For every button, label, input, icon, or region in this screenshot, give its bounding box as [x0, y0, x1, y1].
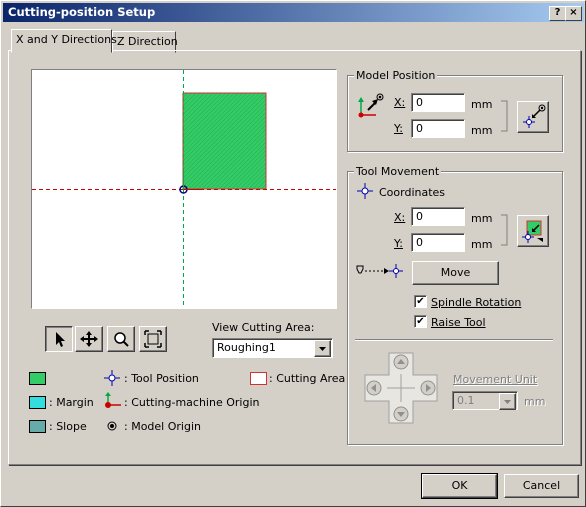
magnifier-icon [114, 332, 129, 347]
tool-x-input[interactable]: 0 [411, 207, 465, 226]
model-y-input[interactable]: 0 [411, 119, 465, 138]
spindle-rotation-checkbox[interactable]: ✔ [414, 295, 427, 308]
bracket-connector [501, 100, 508, 132]
cancel-button[interactable]: Cancel [504, 474, 579, 498]
move-button[interactable]: Move [412, 261, 499, 285]
select-tool-button[interactable] [45, 326, 73, 352]
dialog-window: Cutting-position Setup ? × X and Y Direc… [0, 0, 586, 507]
cutting-area-outline-swatch [250, 372, 267, 385]
pan-tool-button[interactable] [75, 326, 103, 352]
view-cutting-area-select[interactable]: Roughing1 [212, 338, 333, 358]
legend-margin: : Margin [49, 396, 94, 409]
view-cutting-area-label: View Cutting Area: [212, 321, 315, 334]
raise-tool-checkbox[interactable]: ✔ [414, 315, 427, 328]
view-cutting-area-value: Roughing1 [217, 341, 276, 354]
dropdown-button[interactable] [499, 393, 516, 410]
spindle-rotation-label: Spindle Rotation [431, 296, 522, 309]
cancel-button-label: Cancel [522, 479, 561, 492]
tool-x-unit: mm [471, 212, 493, 225]
direction-pad [364, 352, 438, 424]
window-title: Cutting-position Setup [8, 5, 156, 19]
raise-tool-label: Raise Tool [431, 316, 486, 329]
set-tool-icon [522, 220, 543, 243]
bracket-connector [501, 214, 508, 246]
legend-model-origin: : Model Origin [124, 420, 201, 433]
set-tool-position-button[interactable] [517, 215, 549, 247]
move-arrows-icon [80, 331, 98, 347]
set-origin-icon [523, 104, 546, 128]
model-x-input[interactable]: 0 [411, 93, 465, 112]
cutting-area-swatch [29, 372, 46, 385]
tab-label: Z Direction [117, 35, 178, 48]
tab-label: X and Y Directions [16, 33, 117, 46]
legend-slope: : Slope [49, 420, 87, 433]
model-position-title: Model Position [354, 69, 438, 82]
movement-unit-select[interactable]: 0.1 [452, 391, 518, 410]
ok-button-label: OK [451, 479, 468, 492]
tab-x-and-y-directions[interactable]: X and Y Directions [11, 29, 117, 53]
divider [355, 339, 553, 340]
model-x-unit: mm [471, 98, 493, 111]
coordinates-label: Coordinates [379, 186, 446, 199]
model-x-label: X: [394, 96, 406, 109]
arrow-cursor-icon [56, 332, 65, 347]
dropdown-button[interactable] [314, 340, 331, 357]
movement-unit-unit: mm [524, 395, 546, 408]
coordinates-icon [357, 183, 373, 199]
tool-y-unit: mm [471, 238, 493, 251]
tool-y-input[interactable]: 0 [411, 233, 465, 252]
legend-tool-position: : Tool Position [124, 372, 199, 385]
movement-unit-label: Movement Unit [453, 373, 538, 386]
zoom-tool-button[interactable] [107, 326, 135, 352]
tool-y-label: Y: [394, 237, 403, 250]
tool-movement-title: Tool Movement [354, 165, 442, 178]
tool-move-icon [356, 264, 403, 278]
chevron-down-icon [504, 400, 511, 404]
tool-position-icon [104, 370, 120, 386]
legend-cutting-area: : Cutting Area [269, 372, 346, 385]
model-origin-icon [107, 421, 117, 431]
model-y-label: Y: [394, 122, 403, 135]
cutting-area-view[interactable] [31, 69, 337, 309]
model-position-icon [358, 93, 384, 118]
slope-swatch [29, 420, 46, 433]
margin-swatch [29, 396, 46, 409]
model-y-unit: mm [471, 124, 493, 137]
set-model-position-button[interactable] [517, 101, 549, 133]
fit-frame-icon [144, 330, 162, 348]
move-button-label: Move [440, 266, 471, 279]
cutting-origin-icon [105, 392, 121, 408]
help-button[interactable]: ? [549, 6, 566, 21]
fit-view-button[interactable] [139, 326, 167, 352]
chevron-down-icon [319, 347, 326, 351]
tool-x-label: X: [394, 211, 406, 224]
legend-cutting-origin: : Cutting-machine Origin [124, 396, 260, 409]
title-bar: Cutting-position Setup ? × [3, 3, 584, 22]
close-button[interactable]: × [565, 6, 582, 21]
ok-button[interactable]: OK [421, 473, 498, 499]
cutting-area-rect [182, 92, 267, 190]
